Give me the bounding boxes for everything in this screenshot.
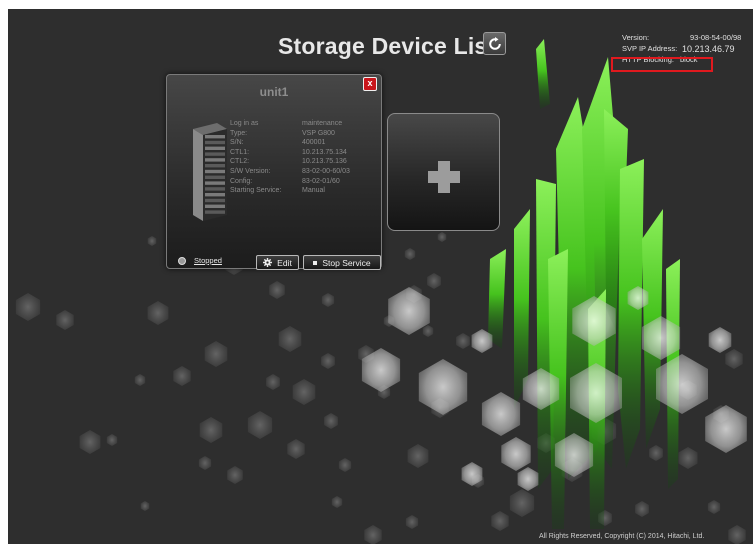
detail-row: S/N: 400001 <box>230 139 350 149</box>
refresh-icon <box>488 36 501 50</box>
detail-label: Config: <box>230 177 253 185</box>
page-title: Storage Device List <box>278 33 496 59</box>
svp-label: SVP IP Address: <box>622 44 678 53</box>
stop-service-label: Stop Service <box>322 257 371 268</box>
edit-label: Edit <box>277 257 292 268</box>
detail-value: 83-02-01/60 <box>302 177 340 185</box>
detail-row: Log in as maintenance <box>230 120 350 130</box>
detail-row: Starting Service: Manual <box>230 187 350 197</box>
http-blocking-highlight <box>611 57 713 72</box>
detail-row: S/W Version: 83-02-00-60/03 <box>230 168 350 178</box>
plus-icon <box>428 161 460 193</box>
detail-label: S/N: <box>230 139 244 147</box>
svp-value: 10.213.46.79 <box>682 43 735 54</box>
storage-unit-card[interactable]: unit1 x Log in as maintenance Type: VSP G80… <box>166 74 382 271</box>
version-row: Version: 93-08-54-00/98 <box>622 32 741 43</box>
detail-row: Config: 83-02-01/60 <box>230 178 350 188</box>
add-storage-device-button[interactable] <box>387 113 500 231</box>
detail-label: S/W Version: <box>230 167 271 175</box>
detail-row: CTL2: 10.213.75.136 <box>230 158 350 168</box>
refresh-button[interactable] <box>483 32 506 55</box>
edit-button[interactable]: Edit <box>256 255 299 270</box>
detail-value: 10.213.75.136 <box>302 158 347 166</box>
close-icon[interactable]: x <box>363 77 377 91</box>
version-label: Version: <box>622 33 650 42</box>
gear-icon <box>263 258 273 267</box>
stop-icon <box>313 260 318 265</box>
detail-value: 400001 <box>302 139 326 147</box>
detail-label: CTL1: <box>230 148 250 156</box>
unit-name: unit1 <box>259 85 289 99</box>
detail-value: 10.213.75.134 <box>302 148 347 156</box>
status-indicator[interactable]: Stopped <box>178 256 222 265</box>
detail-value: 83-02-00-60/03 <box>302 167 350 175</box>
unit-details: Log in as maintenance Type: VSP G800 S/N: 400… <box>230 120 350 197</box>
main-stage: Storage Device List Version: 93-08-54-00… <box>8 9 753 544</box>
detail-value: Manual <box>302 187 325 195</box>
detail-label: Type: <box>230 129 248 137</box>
detail-value: VSP G800 <box>302 129 335 137</box>
detail-label: CTL2: <box>230 158 250 166</box>
stop-service-button[interactable]: Stop Service <box>303 255 381 270</box>
detail-row: CTL1: 10.213.75.134 <box>230 149 350 159</box>
detail-value: maintenance <box>302 120 343 127</box>
status-text: Stopped <box>194 256 222 265</box>
detail-label: Log in as <box>230 120 259 127</box>
card-footer: Stopped Edit Stop Service <box>175 255 381 271</box>
copyright-notice: All Rights Reserved, Copyright (C) 2014,… <box>539 533 705 540</box>
svp-row: SVP IP Address: 10.213.46.79 <box>622 43 741 54</box>
status-indicator-icon <box>178 256 186 265</box>
detail-label: Starting Service: <box>230 187 282 195</box>
server-rack-icon <box>193 123 227 221</box>
detail-row: Type: VSP G800 <box>230 130 350 140</box>
version-value: 93-08-54-00/98 <box>690 33 742 42</box>
